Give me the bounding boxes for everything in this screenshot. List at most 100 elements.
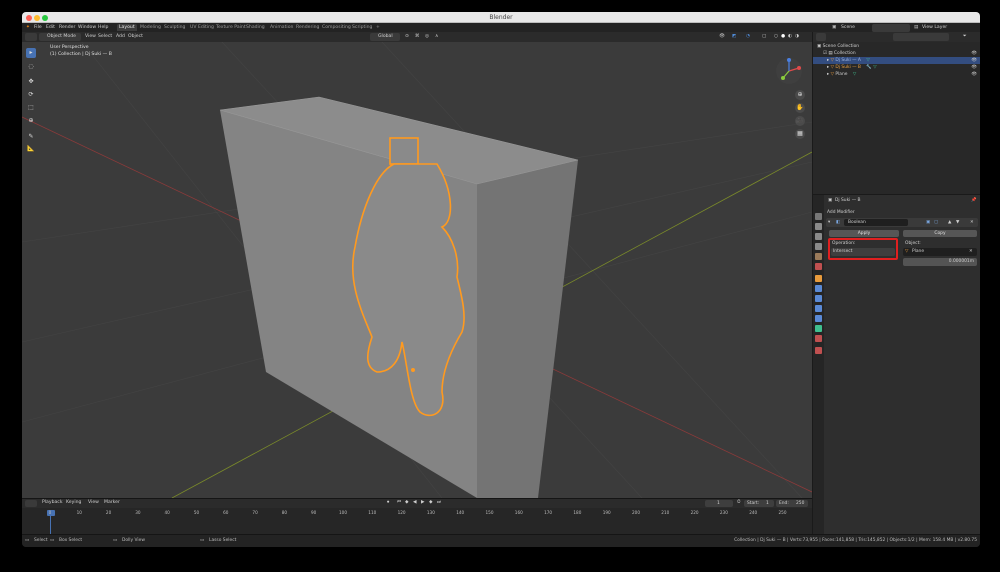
shading-material-icon[interactable]: ◐ — [788, 33, 792, 41]
menu-help[interactable]: Help — [98, 24, 108, 31]
filter-icon[interactable]: ⏷ — [963, 33, 967, 41]
menu-timeline-view[interactable]: View — [88, 499, 99, 507]
move-tool-icon[interactable]: ✥ — [26, 77, 36, 87]
tab-animation[interactable]: Animation — [268, 24, 295, 31]
clear-object-icon[interactable]: ✕ — [969, 249, 973, 254]
menu-playback[interactable]: Playback — [42, 499, 63, 507]
select-tool-icon[interactable]: ▸ — [26, 48, 36, 58]
tab-shading[interactable]: Shading — [244, 24, 267, 31]
tab-scripting[interactable]: Scripting — [350, 24, 374, 31]
render-tab-icon[interactable] — [815, 223, 822, 230]
constraints-tab-icon[interactable] — [815, 315, 822, 322]
add-workspace-button[interactable]: + — [374, 24, 382, 31]
menu-edit[interactable]: Edit — [46, 24, 55, 31]
timeline-editor-type-button[interactable] — [25, 500, 37, 507]
visibility-icon[interactable]: 👁 — [719, 33, 725, 41]
world-tab-icon[interactable] — [815, 263, 822, 270]
tab-compositing[interactable]: Compositing — [320, 24, 353, 31]
blender-logo-icon[interactable]: ✦ — [26, 24, 30, 31]
menu-render[interactable]: Render — [59, 24, 75, 31]
scene-selector[interactable]: Scene — [841, 24, 855, 31]
tab-sculpting[interactable]: Sculpting — [162, 24, 187, 31]
expand-chevron-icon[interactable]: ▸ — [827, 58, 829, 63]
copy-button[interactable]: Copy — [903, 230, 977, 237]
outliner-editor-type-button[interactable] — [816, 33, 826, 41]
outliner-item-dj-suki-a[interactable]: ▸ ▽ Dj Suki — A ▽ 👁 — [813, 57, 980, 64]
measure-tool-icon[interactable]: 📐 — [26, 144, 36, 154]
menu-window[interactable]: Window — [78, 24, 96, 31]
gizmo-toggle-icon[interactable]: ◩ — [732, 33, 736, 41]
visibility-eye-icon[interactable]: 👁 — [971, 50, 977, 57]
xray-toggle-icon[interactable]: ▢ — [762, 33, 766, 41]
object-tab-icon[interactable] — [815, 275, 822, 282]
outliner-item-collection[interactable]: ☑ ▤ Collection 👁 — [813, 50, 980, 57]
proportional-edit-icon[interactable]: ◎ — [425, 33, 429, 41]
menu-object[interactable]: Object — [128, 33, 143, 41]
shading-solid-icon[interactable]: ● — [781, 33, 785, 41]
jump-start-icon[interactable]: ⏮ — [397, 499, 401, 507]
start-frame-field[interactable]: Start: 1 — [744, 500, 774, 507]
expand-chevron-icon[interactable]: ▸ — [827, 65, 829, 70]
data-tab-icon[interactable] — [815, 325, 822, 332]
cursor-tool-icon[interactable]: ◌ — [26, 62, 36, 72]
view-layer-selector[interactable]: View Layer — [922, 24, 947, 31]
tab-uv-editing[interactable]: UV Editing — [188, 24, 216, 31]
preview-range-icon[interactable]: ⏱ — [737, 499, 741, 507]
snap-icon[interactable]: ⌘ — [415, 33, 420, 41]
overlap-threshold-field[interactable]: 0.000001m — [903, 258, 977, 266]
camera-view-icon[interactable]: 🎥 — [795, 116, 805, 126]
record-icon[interactable]: ⏺ — [387, 499, 389, 507]
jump-end-icon[interactable]: ⏭ — [437, 499, 441, 507]
pan-view-icon[interactable]: ✋ — [795, 103, 805, 113]
annotate-tool-icon[interactable]: ✎ — [26, 132, 36, 142]
object-field[interactable]: ▽ Plane ✕ — [903, 248, 977, 256]
menu-keying[interactable]: Keying — [66, 499, 81, 507]
prev-keyframe-icon[interactable]: ◆ — [405, 499, 409, 507]
menu-select[interactable]: Select — [98, 33, 112, 41]
view-layer-tab-icon[interactable] — [815, 243, 822, 250]
apply-button[interactable]: Apply — [829, 230, 899, 237]
visibility-eye-icon[interactable]: 👁 — [971, 71, 977, 78]
modifier-name-field[interactable]: Boolean — [844, 219, 908, 226]
move-down-icon[interactable]: ▼ — [956, 220, 959, 225]
tab-texture-paint[interactable]: Texture Paint — [214, 24, 248, 31]
3d-viewport[interactable]: ▸ ◌ ✥ ⟳ ⬚ ⊕ ✎ 📐 User Perspective (1) Col… — [22, 42, 812, 498]
expand-chevron-icon[interactable]: ▸ — [827, 72, 829, 77]
material-tab-icon[interactable] — [815, 335, 822, 342]
end-frame-field[interactable]: End: 250 — [776, 500, 808, 507]
falloff-icon[interactable]: ∧ — [435, 33, 438, 41]
tool-tab-icon[interactable] — [815, 213, 822, 220]
outliner-item-plane[interactable]: ▸ ▽ Plane ▽ 👁 — [813, 71, 980, 78]
outliner-scene-collection[interactable]: ▣ Scene Collection — [813, 43, 980, 50]
collapse-chevron-icon[interactable]: ▾ — [828, 220, 830, 225]
outliner-search-input[interactable] — [893, 33, 949, 41]
play-reverse-icon[interactable]: ◀ — [413, 499, 417, 507]
scene-name-field[interactable] — [872, 24, 910, 32]
menu-marker[interactable]: Marker — [104, 499, 120, 507]
menu-file[interactable]: File — [34, 24, 42, 31]
output-tab-icon[interactable] — [815, 233, 822, 240]
overlay-toggle-icon[interactable]: ◔ — [746, 33, 750, 41]
visibility-eye-icon[interactable]: 👁 — [971, 57, 977, 64]
timeline-scrubber-area[interactable]: 0 10 20 30 40 50 60 70 80 90 100 110 120 130 140 150 160… — [22, 508, 812, 535]
scene-tab-icon[interactable] — [815, 253, 822, 260]
next-keyframe-icon[interactable]: ◆ — [429, 499, 433, 507]
texture-tab-icon[interactable] — [815, 347, 822, 354]
menu-add[interactable]: Add — [116, 33, 125, 41]
editor-type-button[interactable] — [25, 33, 37, 41]
tab-rendering[interactable]: Rendering — [294, 24, 321, 31]
tab-layout[interactable]: Layout — [117, 24, 137, 31]
scale-tool-icon[interactable]: ⬚ — [26, 103, 36, 113]
ortho-toggle-icon[interactable]: ▦ — [795, 129, 805, 139]
realtime-toggle-icon[interactable]: ▢ — [934, 220, 938, 225]
remove-modifier-icon[interactable]: ✕ — [970, 220, 974, 225]
play-icon[interactable]: ▶ — [421, 499, 425, 507]
visibility-eye-icon[interactable]: 👁 — [971, 64, 977, 71]
current-frame-field[interactable]: 1 — [705, 500, 733, 507]
move-up-icon[interactable]: ▲ — [948, 220, 951, 225]
menu-view[interactable]: View — [85, 33, 96, 41]
pin-icon[interactable]: 📌 — [971, 198, 976, 203]
zoom-view-icon[interactable]: ⊕ — [795, 90, 805, 100]
modifier-tab-icon[interactable] — [815, 285, 822, 292]
shading-wireframe-icon[interactable]: ○ — [774, 33, 778, 41]
